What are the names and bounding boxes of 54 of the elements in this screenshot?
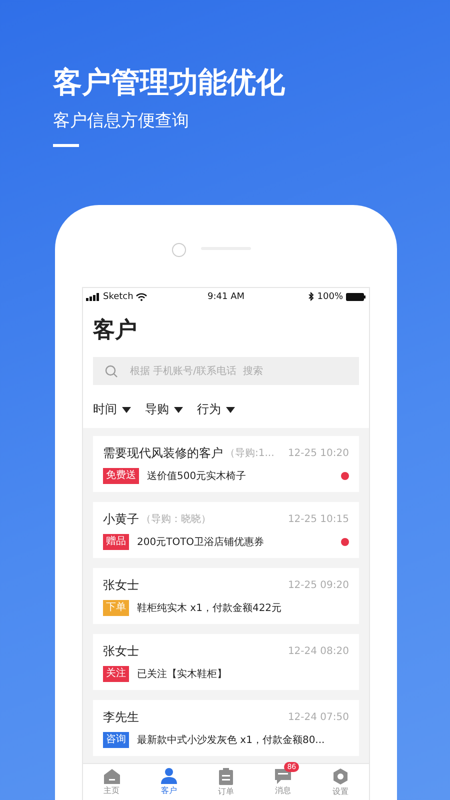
bluetooth-icon (308, 292, 314, 301)
action-tag: 咨询 (103, 732, 129, 748)
customer-name: 张女士 (103, 642, 139, 660)
tab-bar-item[interactable]: 客户 (140, 764, 198, 800)
clipboard-icon (218, 768, 234, 784)
signal-icon (86, 292, 100, 300)
action-detail: 鞋柜纯实木 x1，付款金额422元 (137, 602, 282, 614)
timestamp: 12-25 09:20 (288, 580, 349, 590)
guide-label: （导购：晓晓） (141, 512, 211, 526)
home-icon (102, 768, 121, 784)
customer-name: 小黄子 (103, 510, 139, 528)
customer-card[interactable]: 张女士 12-24 08:20 关注 已关注【实木鞋柜】 (93, 634, 359, 690)
status-time: 9:41 AM (208, 292, 244, 302)
caret-icon (122, 406, 131, 412)
timestamp: 12-24 08:20 (288, 646, 349, 656)
customer-card[interactable]: 李先生 12-24 07:50 咨询 最新款中式小沙发灰色 x1，付款金额80... (93, 700, 359, 756)
action-detail: 最新款中式小沙发灰色 x1，付款金额80... (137, 734, 325, 746)
guide-label: （导购:1... (225, 447, 274, 460)
accent-bar (53, 144, 79, 147)
action-tag: 赠品 (103, 534, 129, 550)
timestamp: 12-24 07:50 (288, 712, 349, 722)
camera-icon (172, 243, 186, 257)
battery-percent: 100% (317, 292, 343, 302)
tab-bar-item[interactable]: 设置 (312, 764, 369, 800)
filter-dropdown[interactable]: 导购 (145, 401, 183, 418)
subtitle: 客户信息方便查询 (53, 110, 189, 132)
action-tag: 关注 (103, 666, 129, 682)
settings-icon (332, 768, 349, 784)
wifi-icon (136, 292, 148, 300)
timestamp: 12-25 10:20 (288, 448, 349, 458)
action-tag: 下单 (103, 600, 129, 616)
tab-bar-item[interactable]: 订单 (197, 764, 255, 800)
customer-name: 张女士 (103, 576, 139, 594)
customer-card[interactable]: 需要现代风装修的客户 （导购:1... 12-25 10:20 免费送 送价值500元实木椅子 (93, 436, 359, 492)
filter-dropdown[interactable]: 行为 (197, 401, 235, 418)
chat-icon (274, 768, 292, 784)
caret-icon (174, 406, 183, 412)
customer-card[interactable]: 张女士 12-25 09:20 下单 鞋柜纯实木 x1，付款金额422元 (93, 568, 359, 624)
customer-name: 李先生 (103, 708, 139, 726)
action-detail: 200元TOTO卫浴店铺优惠券 (137, 536, 264, 548)
action-detail: 已关注【实木鞋柜】 (137, 668, 227, 680)
page-title: 客户 (92, 316, 138, 345)
action-tag: 免费送 (103, 468, 139, 484)
battery-icon (346, 292, 366, 300)
filter-dropdown[interactable]: 时间 (93, 401, 131, 418)
timestamp: 12-25 10:15 (288, 514, 349, 524)
headline: 客户管理功能优化 (53, 64, 285, 100)
carrier-name: Sketch (103, 292, 134, 302)
caret-icon (226, 406, 235, 412)
customer-card[interactable]: 小黄子 （导购：晓晓） 12-25 10:15 赠品 200元TOTO卫浴店铺优惠券 (93, 502, 359, 558)
search-field[interactable]: 根据 手机账号/联系电话 搜索 (93, 357, 359, 385)
customer-name: 需要现代风装修的客户 (103, 444, 223, 462)
person-icon (160, 768, 178, 784)
action-detail: 送价值500元实木椅子 (147, 470, 246, 482)
